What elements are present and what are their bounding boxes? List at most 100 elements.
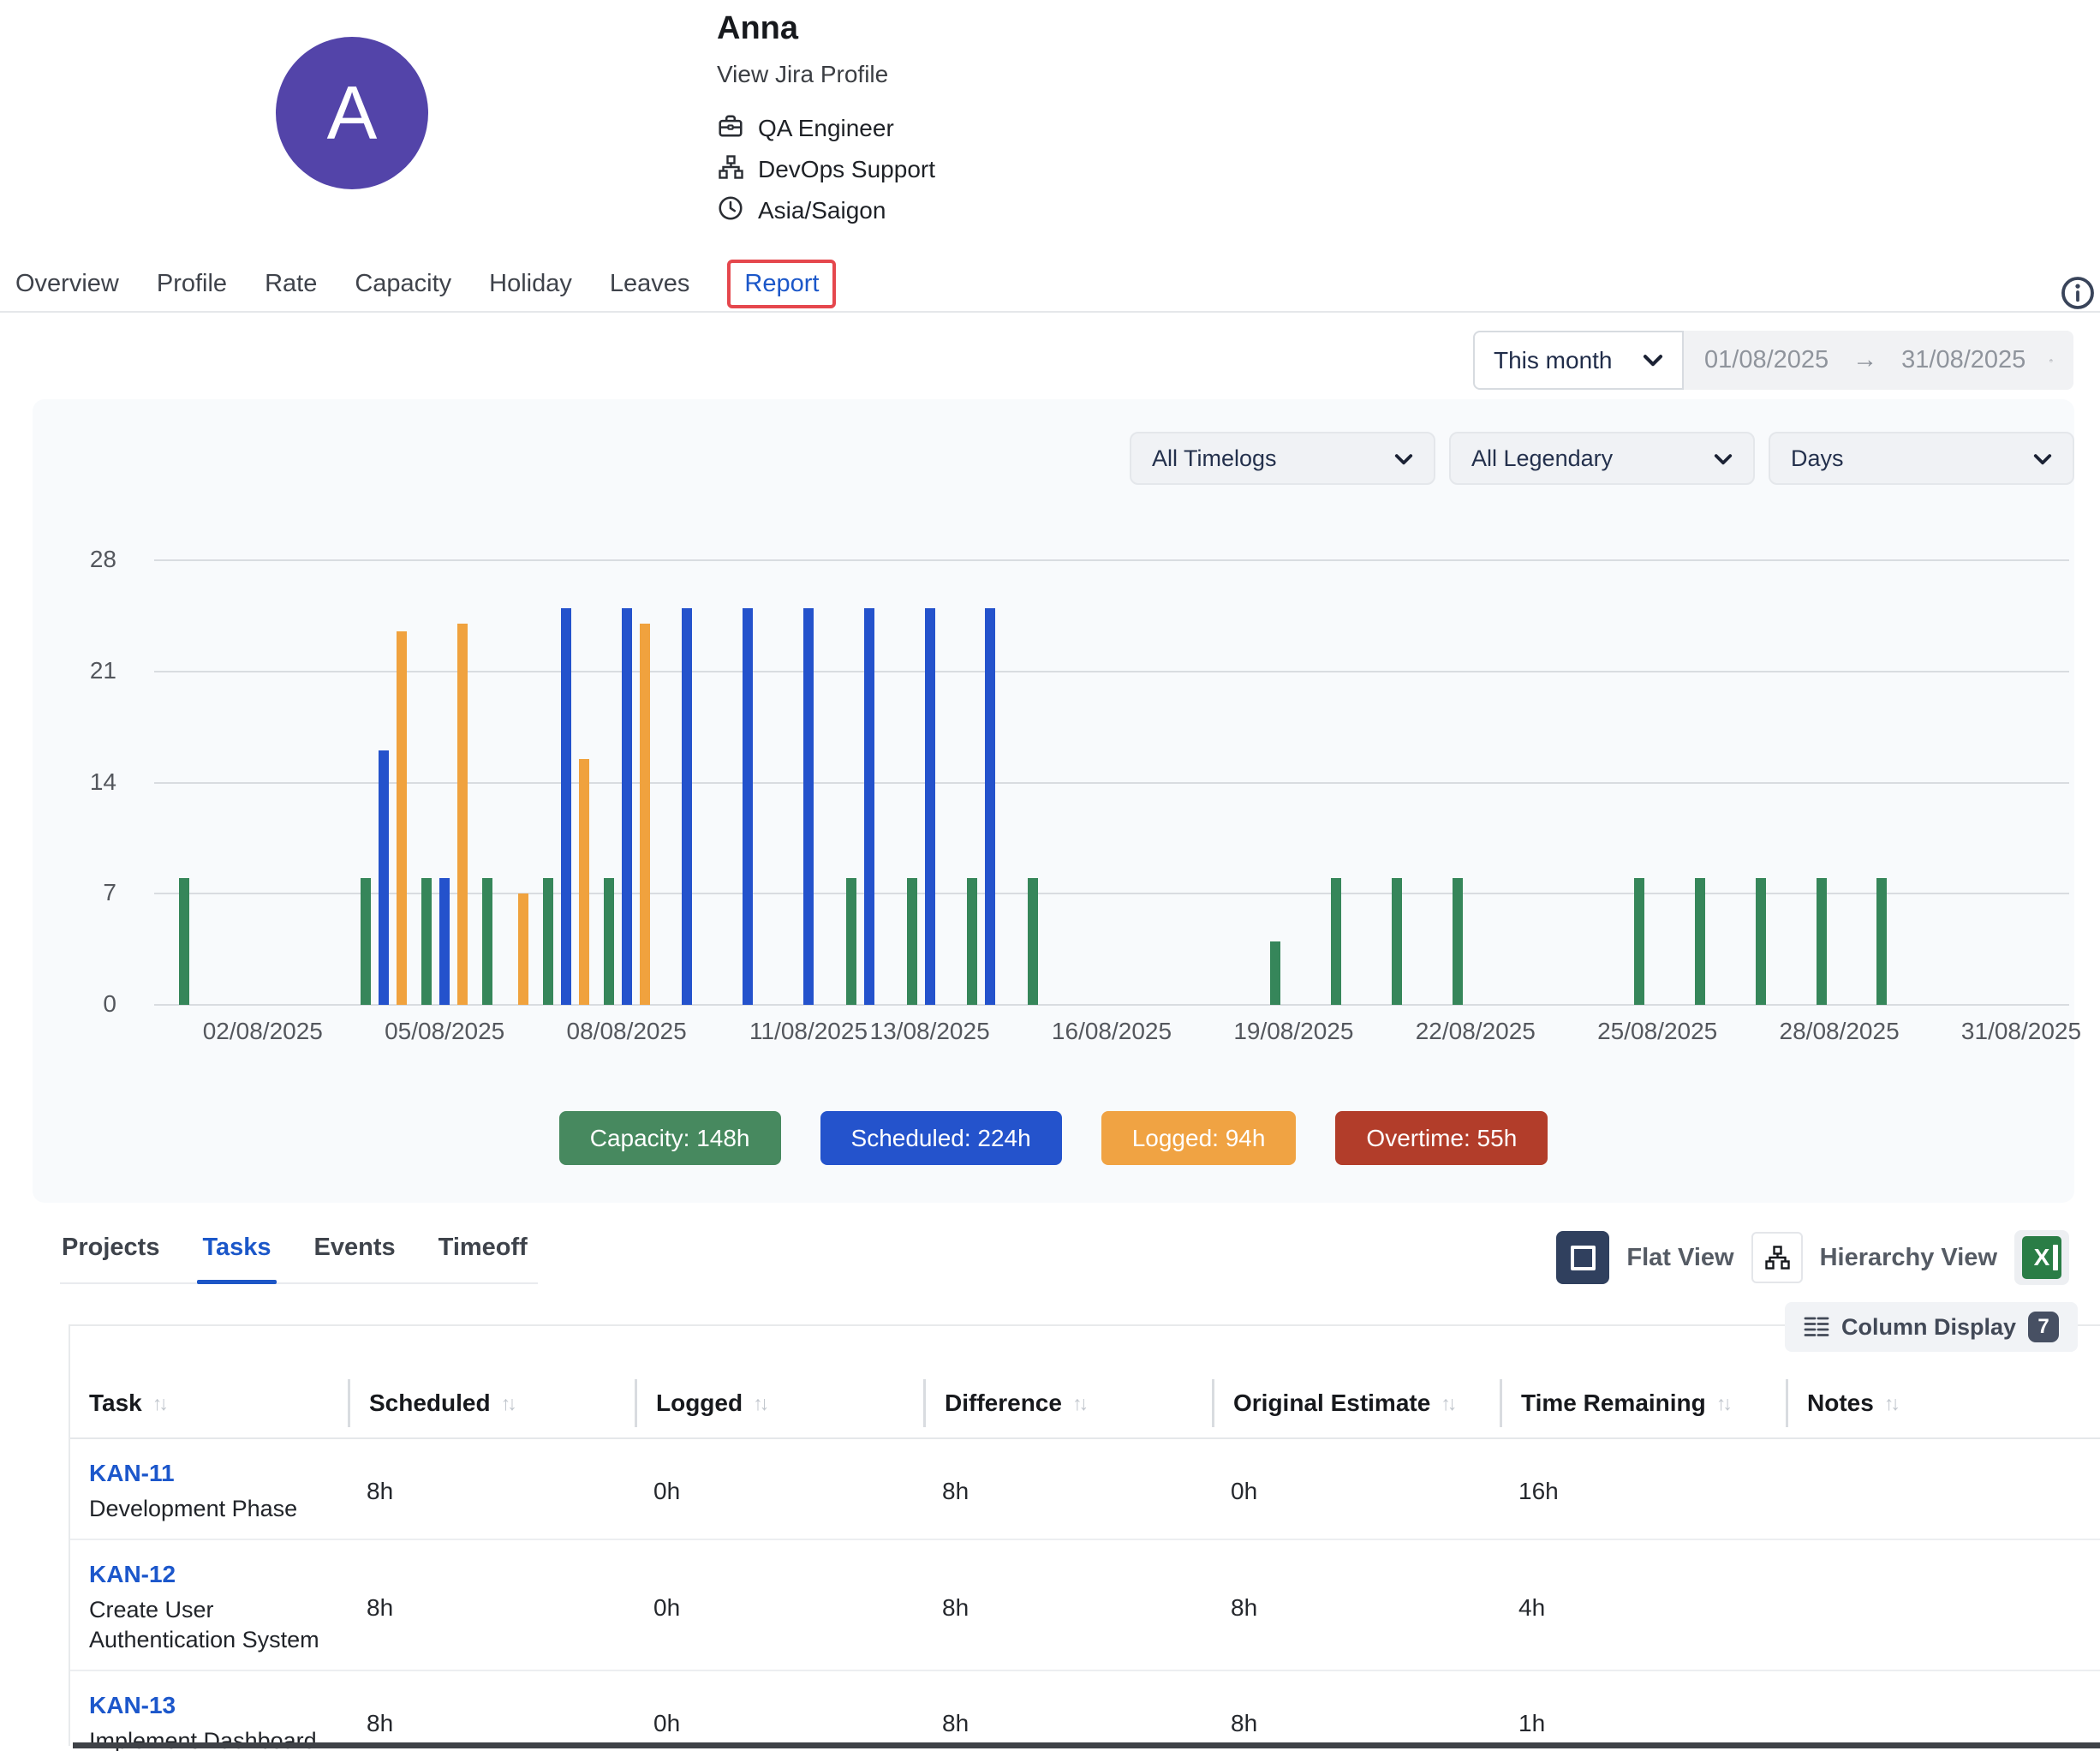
flat-view-icon [1571, 1246, 1596, 1270]
sort-icon[interactable]: ↑↓ [1441, 1392, 1453, 1415]
sort-icon[interactable]: ↑↓ [1072, 1392, 1085, 1415]
profile-details: QA EngineerDevOps SupportAsia/Saigon [717, 112, 935, 226]
chart-filter-value: Days [1791, 445, 1844, 472]
table-row: KAN-12Create User Authentication System 8… [70, 1540, 2100, 1671]
logged-value: 0h [635, 1594, 923, 1622]
hierarchy-icon [1763, 1244, 1791, 1271]
capacity-bar [1453, 878, 1463, 1005]
chart-filter-select-2[interactable]: Days [1769, 432, 2074, 485]
original-estimate-value: 0h [1212, 1478, 1500, 1505]
profile-info: Anna View Jira Profile QA EngineerDevOps… [717, 10, 935, 236]
sort-icon[interactable]: ↑↓ [501, 1392, 514, 1415]
nav-item-capacity[interactable]: Capacity [355, 270, 451, 298]
horizontal-scrollbar[interactable] [73, 1742, 2100, 1748]
chart-filter-select-0[interactable]: All Timelogs [1130, 432, 1435, 485]
legend-logged-button[interactable]: Logged: 94h [1101, 1111, 1297, 1165]
column-header-original-estimate[interactable]: Original Estimate↑↓ [1212, 1379, 1500, 1427]
chart-legend: Capacity: 148h Scheduled: 224h Logged: 94h… [33, 1111, 2074, 1165]
task-key-link[interactable]: KAN-12 [89, 1561, 348, 1588]
clock-icon [717, 194, 744, 226]
excel-export-button[interactable]: X [2014, 1230, 2069, 1285]
flat-view-button[interactable] [1556, 1231, 1609, 1284]
scheduled-bar [561, 608, 571, 1005]
tab-events[interactable]: Events [313, 1230, 397, 1282]
logged-value: 0h [635, 1478, 923, 1505]
hierarchy-view-button[interactable] [1751, 1232, 1803, 1283]
nav-item-profile[interactable]: Profile [157, 270, 227, 298]
column-header-label: Difference [945, 1389, 1062, 1417]
legend-capacity-button[interactable]: Capacity: 148h [559, 1111, 781, 1165]
column-header-label: Logged [656, 1389, 743, 1417]
column-header-task[interactable]: Task ↑↓ [70, 1379, 348, 1427]
avatar: A [276, 37, 428, 189]
chart-filter-value: All Timelogs [1152, 445, 1277, 472]
column-header-scheduled[interactable]: Scheduled↑↓ [348, 1379, 635, 1427]
scheduled-bar [925, 608, 935, 1005]
scheduled-bar [743, 608, 753, 1005]
nav-item-overview[interactable]: Overview [15, 270, 119, 298]
excel-icon: X [2022, 1236, 2061, 1279]
task-key-link[interactable]: KAN-11 [89, 1460, 348, 1487]
chevron-down-icon [1394, 445, 1413, 472]
logged-bar [579, 759, 589, 1005]
task-cell: KAN-12Create User Authentication System [70, 1561, 348, 1654]
date-preset-select[interactable]: This month [1473, 331, 1684, 390]
y-axis-label: 0 [65, 990, 116, 1018]
table-row: KAN-13Implement Dashboard8h0h8h8h1h [70, 1671, 2100, 1751]
column-header-logged[interactable]: Logged ↑↓ [635, 1379, 923, 1427]
time-remaining-value: 16h [1500, 1478, 1786, 1505]
info-icon[interactable] [2059, 274, 2097, 312]
nav-item-rate[interactable]: Rate [265, 270, 317, 298]
x-axis-label: 28/08/2025 [1758, 1018, 1921, 1045]
sort-icon[interactable]: ↑↓ [753, 1392, 766, 1415]
view-jira-profile-link[interactable]: View Jira Profile [717, 61, 935, 88]
y-axis-label: 7 [65, 879, 116, 906]
table-body: KAN-11Development Phase8h0h8h0h16hKAN-12… [70, 1439, 2100, 1751]
report-chart-card: All TimelogsAll LegendaryDays 0714212802… [33, 399, 2074, 1203]
capacity-bar [421, 878, 432, 1005]
profile-detail-label: QA Engineer [758, 115, 894, 142]
table-header-row: Task↑↓Scheduled↑↓Logged↑↓Difference↑↓Ori… [70, 1379, 2100, 1439]
difference-value: 8h [923, 1594, 1212, 1622]
logged-bar [518, 893, 528, 1005]
capacity-bar [1270, 941, 1280, 1005]
original-estimate-value: 8h [1212, 1710, 1500, 1737]
tab-timeoff[interactable]: Timeoff [437, 1230, 529, 1282]
profile-detail-row: Asia/Saigon [717, 194, 935, 226]
column-header-label: Notes [1807, 1389, 1874, 1417]
tab-projects[interactable]: Projects [60, 1230, 161, 1282]
capacity-bar [1331, 878, 1341, 1005]
column-header-time-remaining[interactable]: Time Remaining↑↓ [1500, 1379, 1786, 1427]
column-header-difference[interactable]: Difference ↑↓ [923, 1379, 1212, 1427]
x-axis-label: 16/08/2025 [1030, 1018, 1193, 1045]
column-header-label: Task [89, 1389, 142, 1417]
task-key-link[interactable]: KAN-13 [89, 1692, 348, 1719]
column-display-button[interactable]: Column Display 7 [1785, 1302, 2078, 1352]
logged-value: 0h [635, 1710, 923, 1737]
legend-overtime-button[interactable]: Overtime: 55h [1335, 1111, 1548, 1165]
date-from-value: 01/08/2025 [1704, 346, 1829, 374]
capacity-bar [1756, 878, 1766, 1005]
table-tabs: Projects Tasks Events Timeoff [60, 1230, 538, 1284]
sort-icon[interactable]: ↑↓ [1884, 1392, 1897, 1415]
task-cell: KAN-11Development Phase [70, 1460, 348, 1523]
y-axis-label: 21 [65, 657, 116, 684]
gridline [154, 559, 2069, 561]
capacity-bar [1876, 878, 1887, 1005]
sort-icon[interactable]: ↑↓ [152, 1392, 165, 1415]
sort-icon[interactable]: ↑↓ [1716, 1392, 1729, 1415]
nav-item-leaves[interactable]: Leaves [610, 270, 690, 298]
date-range-field[interactable]: 01/08/2025 → 31/08/2025 [1684, 331, 2073, 390]
nav-item-holiday[interactable]: Holiday [489, 270, 572, 298]
capacity-bar [604, 878, 614, 1005]
page: A Anna View Jira Profile QA EngineerDevO… [0, 0, 2100, 1751]
nav-item-report[interactable]: Report [727, 260, 836, 308]
chart-filter-select-1[interactable]: All Legendary [1449, 432, 1755, 485]
flat-view-label: Flat View [1626, 1244, 1733, 1272]
tab-tasks[interactable]: Tasks [200, 1230, 272, 1282]
capacity-bar [482, 878, 492, 1005]
y-axis-label: 14 [65, 768, 116, 796]
capacity-bar [179, 878, 189, 1005]
legend-scheduled-button[interactable]: Scheduled: 224h [820, 1111, 1062, 1165]
column-header-notes[interactable]: Notes ↑↓ [1786, 1379, 2100, 1427]
